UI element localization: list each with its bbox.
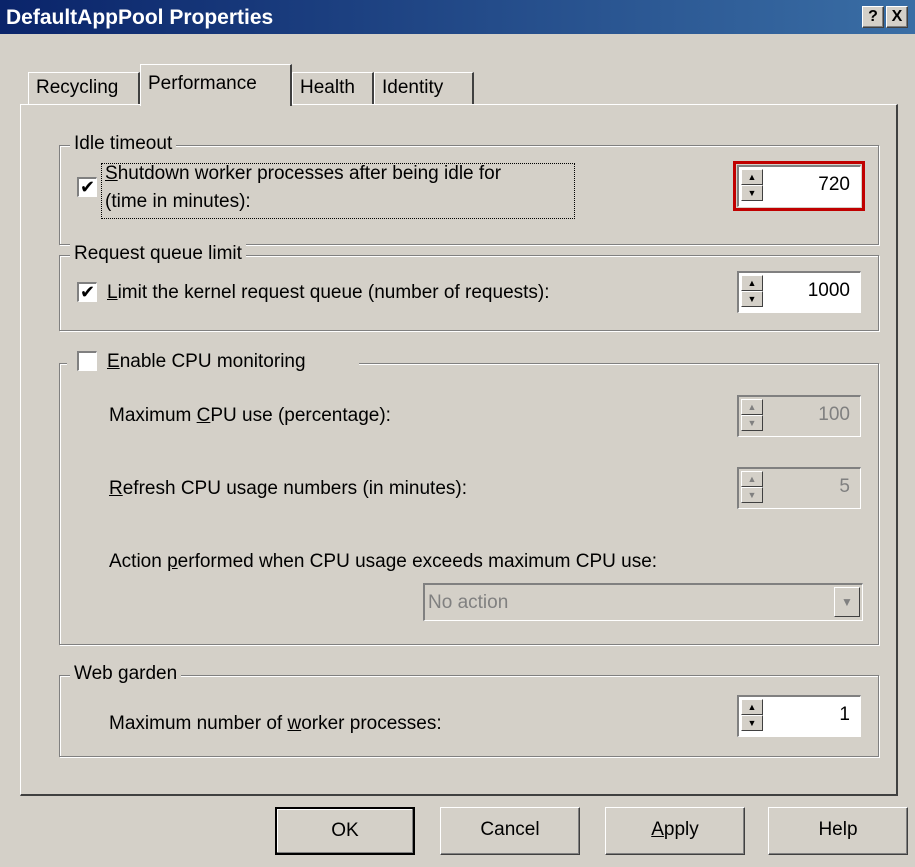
- idle-timeout-label-line1[interactable]: Shutdown worker processes after being id…: [105, 163, 501, 185]
- chevron-down-icon[interactable]: ▼: [834, 587, 860, 617]
- tab-identity[interactable]: Identity: [374, 72, 474, 105]
- refresh-cpu-label: Refresh CPU usage numbers (in minutes):: [109, 478, 467, 499]
- idle-timeout-legend: Idle timeout: [70, 133, 177, 155]
- idle-timeout-spinner[interactable]: ▲ ▼ 720: [737, 165, 861, 207]
- cancel-button[interactable]: Cancel: [440, 807, 580, 855]
- web-garden-legend: Web garden: [70, 663, 182, 685]
- tab-performance-label: Performance: [148, 73, 257, 94]
- idle-timeout-label-line2[interactable]: (time in minutes):: [105, 191, 251, 213]
- close-button[interactable]: X: [886, 6, 908, 28]
- window-title: DefaultAppPool Properties: [6, 6, 274, 29]
- max-cpu-label: Maximum CPU use (percentage):: [109, 405, 391, 426]
- apply-button[interactable]: Apply: [605, 807, 745, 855]
- spin-up-icon[interactable]: ▲: [741, 275, 763, 291]
- cpu-action-value: No action: [428, 592, 509, 613]
- spin-down-icon[interactable]: ▼: [741, 185, 763, 201]
- cpu-monitoring-label[interactable]: Enable CPU monitoring: [107, 351, 306, 373]
- spin-up-icon[interactable]: ▲: [741, 399, 763, 415]
- refresh-cpu-value[interactable]: 5: [839, 476, 850, 498]
- spin-down-icon[interactable]: ▼: [741, 715, 763, 731]
- cpu-action-label: Action performed when CPU usage exceeds …: [109, 551, 658, 572]
- title-bar[interactable]: DefaultAppPool Properties ? X: [0, 0, 915, 34]
- spin-up-icon[interactable]: ▲: [741, 699, 763, 715]
- help-dialog-button[interactable]: Help: [768, 807, 908, 855]
- cpu-action-dropdown[interactable]: No action ▼: [423, 583, 863, 621]
- spin-down-icon[interactable]: ▼: [741, 415, 763, 431]
- web-garden-label: Maximum number of worker processes:: [109, 713, 442, 734]
- web-garden-value[interactable]: 1: [839, 704, 850, 726]
- request-queue-spinner[interactable]: ▲ ▼ 1000: [737, 271, 861, 313]
- request-queue-checkbox[interactable]: ✔: [77, 282, 97, 302]
- tab-performance[interactable]: Performance: [140, 64, 292, 106]
- spin-up-icon[interactable]: ▲: [741, 471, 763, 487]
- max-cpu-spinner[interactable]: ▲ ▼ 100: [737, 395, 861, 437]
- spin-up-icon[interactable]: ▲: [741, 169, 763, 185]
- tab-recycling-label: Recycling: [36, 77, 119, 98]
- idle-timeout-checkbox[interactable]: ✔: [77, 177, 97, 197]
- check-icon: ✔: [79, 177, 96, 197]
- request-queue-value[interactable]: 1000: [808, 280, 850, 302]
- refresh-cpu-spinner[interactable]: ▲ ▼ 5: [737, 467, 861, 509]
- tab-health[interactable]: Health: [292, 72, 374, 105]
- help-button[interactable]: ?: [862, 6, 884, 28]
- tab-health-label: Health: [300, 77, 355, 98]
- cpu-monitoring-checkbox[interactable]: [77, 351, 97, 371]
- request-queue-legend: Request queue limit: [70, 243, 246, 265]
- ok-button[interactable]: OK: [275, 807, 415, 855]
- properties-dialog: DefaultAppPool Properties ? X Recycling …: [0, 0, 915, 867]
- spin-down-icon[interactable]: ▼: [741, 487, 763, 503]
- check-icon: ✔: [79, 282, 96, 302]
- performance-panel: Idle timeout ✔ Shutdown worker processes…: [20, 104, 898, 796]
- tab-recycling[interactable]: Recycling: [28, 72, 140, 105]
- web-garden-spinner[interactable]: ▲ ▼ 1: [737, 695, 861, 737]
- spin-down-icon[interactable]: ▼: [741, 291, 763, 307]
- idle-timeout-value[interactable]: 720: [818, 174, 850, 196]
- tab-identity-label: Identity: [382, 77, 444, 98]
- request-queue-label[interactable]: Limit the kernel request queue (number o…: [107, 282, 550, 304]
- max-cpu-value[interactable]: 100: [818, 404, 850, 426]
